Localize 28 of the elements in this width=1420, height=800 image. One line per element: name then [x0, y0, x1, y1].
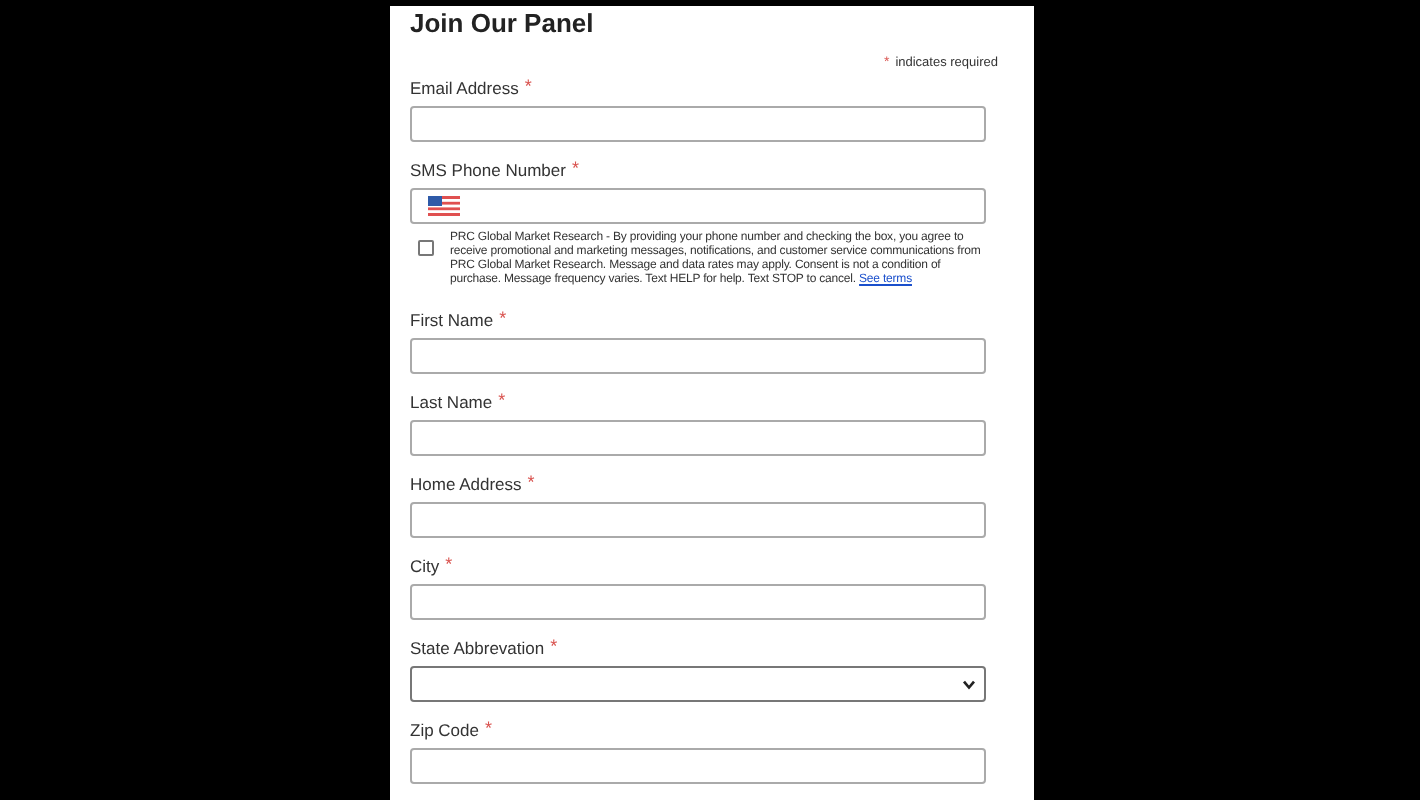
- select-field[interactable]: [410, 666, 986, 702]
- field-label: State Abbrevation: [410, 637, 545, 657]
- required-mark: *: [524, 78, 532, 96]
- required-mark: *: [550, 638, 558, 656]
- input-field[interactable]: [410, 106, 986, 142]
- input-field[interactable]: [410, 338, 986, 374]
- field-label: Email Address: [410, 77, 519, 97]
- required-mark: *: [499, 310, 507, 328]
- required-mark: *: [527, 474, 535, 492]
- required-mark: *: [485, 720, 493, 738]
- chevron-down-icon: [962, 679, 976, 689]
- field-label: Zip Code: [410, 719, 479, 739]
- field-label: City: [410, 555, 440, 575]
- required-mark: *: [498, 392, 506, 410]
- required-mark: *: [571, 160, 579, 178]
- flag-icon: [428, 196, 460, 216]
- input-field[interactable]: [410, 502, 986, 538]
- field-label: SMS Phone Number: [410, 159, 566, 179]
- form-title: Join Our Panel: [410, 6, 596, 42]
- field-label: Home Address: [410, 473, 522, 493]
- input-field[interactable]: [410, 584, 986, 620]
- field-label: Last Name: [410, 391, 493, 411]
- input-field[interactable]: [410, 420, 986, 456]
- input-field[interactable]: [410, 748, 986, 784]
- required-mark: *: [445, 556, 453, 574]
- phone-field[interactable]: [410, 188, 986, 224]
- checkbox[interactable]: [418, 240, 434, 256]
- field-label: First Name: [410, 309, 494, 329]
